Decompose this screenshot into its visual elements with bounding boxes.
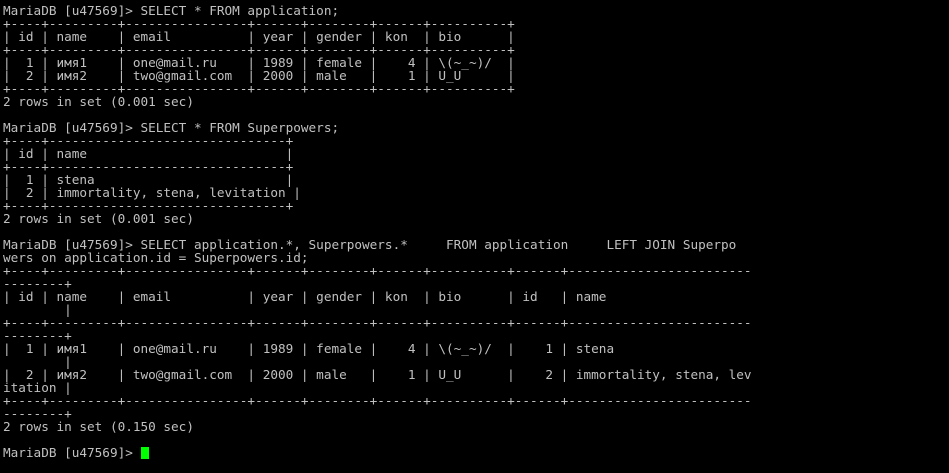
table-row: | 2 | имя2 | two@gmail.com | 2000 | male… [3,367,752,382]
result-summary: 2 rows in set (0.150 sec) [3,419,194,434]
table-header-row: | id | name | email | year | gender | ko… [3,289,607,304]
result-summary: 2 rows in set (0.001 sec) [3,211,194,226]
table-border: +----+---------+----------------+------+… [3,393,752,408]
terminal-cursor[interactable] [140,447,149,459]
active-prompt-line[interactable]: MariaDB [u47569]> [3,446,949,459]
table-border: +----+---------+----------------+------+… [3,263,752,278]
active-prompt: MariaDB [u47569]> [3,445,141,460]
table-row: | 1 | имя1 | one@mail.ru | 1989 | female… [3,341,615,356]
terminal-window[interactable]: MariaDB [u47569]> SELECT * FROM applicat… [0,0,949,473]
table-border: +----+---------+----------------+------+… [3,315,752,330]
result-summary: 2 rows in set (0.001 sec) [3,94,194,109]
